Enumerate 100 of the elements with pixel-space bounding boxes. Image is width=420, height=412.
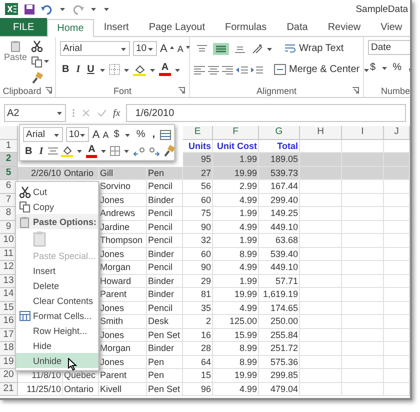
- paste-button[interactable]: Paste: [4, 40, 28, 84]
- scissors-icon: [18, 186, 30, 198]
- spreadsheet-logo-icon[interactable]: [5, 3, 18, 15]
- table-cell: 149.25: [259, 207, 300, 220]
- save-icon[interactable]: [24, 4, 35, 14]
- increase-indent-icon[interactable]: [251, 64, 263, 74]
- decrease-decimal-icon[interactable]: [148, 146, 160, 156]
- align-center-icon[interactable]: [208, 64, 219, 74]
- align-left-icon[interactable]: [194, 64, 205, 74]
- font-color-button[interactable]: A: [159, 63, 171, 76]
- row-header[interactable]: 21: [0, 382, 18, 396]
- table-cell: Pencil: [147, 302, 183, 315]
- grow-font-button[interactable]: A: [160, 42, 168, 54]
- bold-button[interactable]: B: [23, 146, 34, 156]
- empty-cell: [300, 207, 342, 220]
- align-right-icon[interactable]: [222, 64, 233, 74]
- align-top-icon[interactable]: [196, 44, 208, 54]
- dialog-launcher-icon[interactable]: [178, 87, 185, 94]
- menu-item[interactable]: Hide: [16, 338, 98, 353]
- wrap-text-button[interactable]: Wrap Text: [284, 43, 344, 54]
- table-icon[interactable]: [160, 130, 171, 140]
- align-center-icon[interactable]: [48, 146, 58, 156]
- group-label: Alignment: [256, 86, 297, 96]
- ribbon-tab[interactable]: Review: [318, 18, 371, 36]
- insert-function-button[interactable]: fx: [113, 108, 120, 118]
- font-color-button[interactable]: A: [86, 144, 98, 158]
- percent-button[interactable]: %: [390, 62, 404, 73]
- shrink-font-button[interactable]: A: [177, 44, 184, 54]
- align-middle-icon[interactable]: [215, 44, 227, 54]
- row-header[interactable]: 5: [0, 166, 18, 180]
- table-cell: 189.05: [259, 153, 300, 166]
- fill-color-icon[interactable]: [61, 145, 74, 157]
- column-header[interactable]: H: [300, 126, 342, 140]
- table-cell: 19.99: [213, 288, 259, 302]
- format-painter-icon[interactable]: [31, 72, 44, 84]
- currency-button[interactable]: $: [368, 62, 378, 73]
- empty-cell: [384, 207, 410, 220]
- empty-cell: [342, 382, 384, 396]
- menu-item[interactable]: Insert: [16, 263, 98, 278]
- orientation-icon[interactable]: [251, 42, 263, 54]
- empty-cell: [342, 356, 384, 369]
- underline-button[interactable]: U: [85, 64, 96, 75]
- font-size-field[interactable]: 10: [66, 127, 90, 142]
- menu-item[interactable]: Format Cells...: [16, 308, 98, 323]
- align-bottom-icon[interactable]: [234, 44, 246, 54]
- dialog-launcher-icon[interactable]: [45, 87, 52, 94]
- grow-font-button[interactable]: A: [92, 128, 100, 140]
- menu-item[interactable]: Cut: [16, 184, 98, 199]
- percent-button[interactable]: %: [134, 129, 148, 140]
- empty-cell: [342, 194, 384, 207]
- italic-button[interactable]: I: [37, 146, 46, 156]
- decrease-indent-icon[interactable]: [236, 64, 248, 74]
- increase-decimal-icon[interactable]: [133, 146, 146, 156]
- ribbon-tab[interactable]: Data: [276, 18, 318, 36]
- format-painter-icon[interactable]: [163, 145, 176, 157]
- table-cell: 29: [183, 274, 213, 288]
- row-header[interactable]: 2: [0, 153, 18, 166]
- ribbon-tab[interactable]: Home: [47, 19, 94, 37]
- menu-item[interactable]: Row Height...: [16, 323, 98, 338]
- column-header[interactable]: E: [183, 126, 213, 140]
- row-header[interactable]: 1: [0, 140, 18, 153]
- scissors-icon: [31, 40, 44, 52]
- column-header[interactable]: G: [259, 126, 300, 140]
- table-cell: 75: [183, 207, 213, 220]
- menu-item[interactable]: Delete: [16, 278, 98, 293]
- font-name-field[interactable]: Arial: [60, 41, 130, 56]
- column-header[interactable]: J: [384, 126, 410, 140]
- row-header[interactable]: 20: [0, 369, 18, 382]
- menu-item[interactable]: Clear Contents: [16, 293, 98, 308]
- merge-center-button[interactable]: Merge & Center: [274, 64, 360, 75]
- comma-button[interactable]: ,: [150, 129, 157, 140]
- currency-button[interactable]: $: [112, 129, 122, 140]
- name-box[interactable]: A2: [4, 104, 66, 122]
- ribbon-tab[interactable]: Insert: [94, 18, 139, 36]
- formula-input[interactable]: 1/6/2010: [126, 104, 406, 122]
- table-cell: 174.65: [259, 302, 300, 315]
- table-cell: 255.84: [259, 328, 300, 342]
- undo-icon[interactable]: [41, 4, 53, 14]
- font-size-field[interactable]: 10: [133, 41, 157, 56]
- shrink-font-button[interactable]: A: [102, 130, 109, 140]
- dialog-launcher-icon[interactable]: [352, 87, 359, 94]
- menu-item[interactable]: Copy: [16, 199, 98, 214]
- table-cell: Pen Set: [147, 328, 183, 342]
- empty-cell: [300, 356, 342, 369]
- number-format-field[interactable]: Date: [368, 40, 410, 55]
- column-header[interactable]: F: [213, 126, 259, 140]
- bold-button[interactable]: B: [60, 64, 72, 75]
- ribbon-tab[interactable]: Formulas: [215, 18, 277, 36]
- table-cell: Pen Set: [147, 382, 183, 396]
- check-icon[interactable]: [97, 108, 107, 118]
- ribbon-tab[interactable]: View: [370, 18, 410, 36]
- column-header[interactable]: I: [342, 126, 384, 140]
- file-tab[interactable]: FILE: [0, 18, 48, 36]
- italic-button[interactable]: I: [74, 64, 82, 75]
- empty-cell: [384, 234, 410, 248]
- table-cell: 299.40: [259, 194, 300, 207]
- font-name-field[interactable]: Arial: [23, 127, 63, 142]
- fill-color-icon[interactable]: [133, 64, 146, 76]
- menu-item[interactable]: Unhide: [16, 353, 98, 368]
- ribbon-tab[interactable]: Page Layout: [138, 18, 215, 36]
